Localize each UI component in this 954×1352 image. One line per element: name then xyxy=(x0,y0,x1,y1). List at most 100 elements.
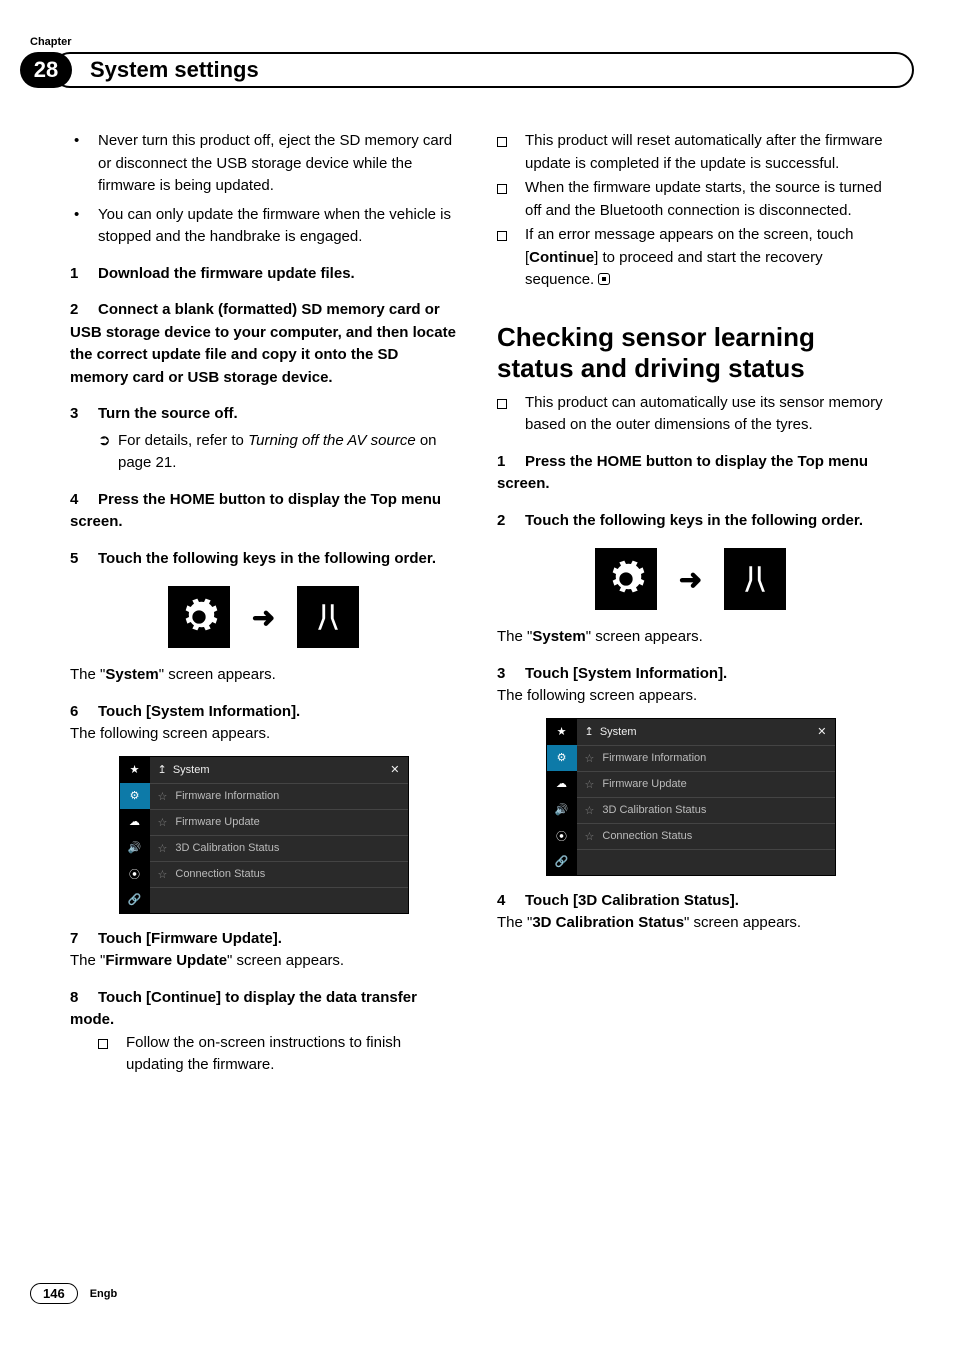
heading-note: This product can automatically use its s… xyxy=(497,392,884,437)
ss-side-icon: ★ xyxy=(120,757,150,783)
ss-close-icon: ✕ xyxy=(390,763,399,776)
step-number: 1 xyxy=(70,263,98,286)
note-item: When the firmware update starts, the sou… xyxy=(497,177,884,222)
r-step-1: 1Press the HOME button to display the To… xyxy=(497,451,884,496)
ss-item: Firmware Update xyxy=(175,816,259,828)
star-icon: ☆ xyxy=(585,778,595,791)
step-5: 5Touch the following keys in the followi… xyxy=(70,548,457,571)
ss-item: Connection Status xyxy=(602,830,692,842)
step-3-substep: ➲ For details, refer to Turning off the … xyxy=(70,430,457,475)
step-text: Press the HOME button to display the Top… xyxy=(70,491,441,531)
step-number: 8 xyxy=(70,987,98,1010)
r-step-3: 3Touch [System Information]. xyxy=(497,663,884,686)
step-6: 6Touch [System Information]. xyxy=(70,701,457,724)
star-icon: ☆ xyxy=(158,842,168,855)
stop-icon xyxy=(598,273,610,285)
ss-side-icon: ⚙ xyxy=(120,783,150,809)
star-icon: ☆ xyxy=(158,868,168,881)
system-screen-text: The "System" screen appears. xyxy=(70,664,457,687)
step-3: 3Turn the source off. xyxy=(70,403,457,426)
left-column: • Never turn this product off, eject the… xyxy=(70,130,457,1262)
ss-item: Connection Status xyxy=(175,868,265,880)
step-7: 7Touch [Firmware Update]. xyxy=(70,928,457,951)
bullet-dot-icon: • xyxy=(70,130,98,198)
bullet-text: Never turn this product off, eject the S… xyxy=(98,130,457,198)
step-text: Press the HOME button to display the Top… xyxy=(497,453,868,493)
note-box-icon xyxy=(497,224,525,292)
step-number: 1 xyxy=(497,451,525,474)
gear-icon xyxy=(595,548,657,610)
step-number: 5 xyxy=(70,548,98,571)
ss-close-icon: ✕ xyxy=(817,725,826,738)
ss-side-icon: 🔊 xyxy=(547,797,577,823)
ss-title: System xyxy=(173,764,210,776)
step-text: Touch the following keys in the followin… xyxy=(525,512,863,529)
note-text: This product can automatically use its s… xyxy=(525,392,884,437)
chapter-number-badge: 28 xyxy=(20,52,72,88)
key-sequence: ➜ xyxy=(497,548,884,610)
chapter-title: System settings xyxy=(52,52,914,88)
note-item: If an error message appears on the scree… xyxy=(497,224,884,292)
ss-side-icon: ⦿ xyxy=(120,861,150,887)
bullet-dot-icon: • xyxy=(70,204,98,249)
star-icon: ☆ xyxy=(585,804,595,817)
step-7-after: The "Firmware Update" screen appears. xyxy=(70,950,457,973)
step-number: 7 xyxy=(70,928,98,951)
step-number: 3 xyxy=(70,403,98,426)
step-text: Download the firmware update files. xyxy=(98,265,355,282)
ss-side-icon: 🔗 xyxy=(120,887,150,913)
ss-side-icon: ⚙ xyxy=(547,745,577,771)
step-number: 2 xyxy=(497,510,525,533)
step-text: Turn the source off. xyxy=(98,405,238,422)
ss-title: System xyxy=(600,726,637,738)
r-step-3-after: The following screen appears. xyxy=(497,685,884,708)
system-menu-screenshot: ★ ↥ System ✕ ⚙ ☆Firmware Information ☁ ☆… xyxy=(546,718,836,876)
step-2: 2Connect a blank (formatted) SD memory c… xyxy=(70,299,457,389)
ss-item: 3D Calibration Status xyxy=(175,842,279,854)
r-step-2: 2Touch the following keys in the followi… xyxy=(497,510,884,533)
bullet-item: • You can only update the firmware when … xyxy=(70,204,457,249)
note-box-icon xyxy=(497,392,525,437)
star-icon: ☆ xyxy=(585,752,595,765)
step-text: Touch [Continue] to display the data tra… xyxy=(70,989,417,1029)
substep-text: For details, refer to Turning off the AV… xyxy=(118,430,457,475)
r-step-4-after: The "3D Calibration Status" screen appea… xyxy=(497,912,884,935)
ss-side-icon: ☁ xyxy=(120,809,150,835)
step-text: Touch [3D Calibration Status]. xyxy=(525,892,739,909)
ss-side-icon: 🔗 xyxy=(547,849,577,875)
wrench-icon xyxy=(724,548,786,610)
language-code: Engb xyxy=(90,1288,118,1300)
ss-side-icon: 🔊 xyxy=(120,835,150,861)
chapter-header: 28 System settings xyxy=(20,52,914,88)
step-number: 6 xyxy=(70,701,98,724)
r-step-4: 4Touch [3D Calibration Status]. xyxy=(497,890,884,913)
step-text: Touch [Firmware Update]. xyxy=(98,930,282,947)
star-icon: ☆ xyxy=(585,830,595,843)
ss-back-icon: ↥ xyxy=(158,764,167,776)
note-text: This product will reset automatically af… xyxy=(525,130,884,175)
step-1: 1Download the firmware update files. xyxy=(70,263,457,286)
arrow-right-icon: ➜ xyxy=(252,601,275,634)
reference-arrow-icon: ➲ xyxy=(98,430,118,475)
star-icon: ☆ xyxy=(158,816,168,829)
step-8: 8Touch [Continue] to display the data tr… xyxy=(70,987,457,1032)
ss-side-icon: ⦿ xyxy=(547,823,577,849)
step-4: 4Press the HOME button to display the To… xyxy=(70,489,457,534)
ss-item: Firmware Update xyxy=(602,778,686,790)
note-text: Follow the on-screen instructions to fin… xyxy=(126,1032,457,1077)
page-footer: 146 Engb xyxy=(30,1283,117,1304)
system-menu-screenshot: ★ ↥ System ✕ ⚙ ☆ Firmware Information ☁ ☆… xyxy=(119,756,409,914)
step-8-note: Follow the on-screen instructions to fin… xyxy=(70,1032,457,1077)
wrench-icon xyxy=(297,586,359,648)
step-number: 4 xyxy=(497,890,525,913)
arrow-right-icon: ➜ xyxy=(679,563,702,596)
step-number: 3 xyxy=(497,663,525,686)
step-text: Touch [System Information]. xyxy=(98,703,300,720)
section-heading: Checking sensor learning status and driv… xyxy=(497,322,884,384)
bullet-text: You can only update the firmware when th… xyxy=(98,204,457,249)
step-number: 2 xyxy=(70,299,98,322)
step-text: Touch the following keys in the followin… xyxy=(98,550,436,567)
ss-item: Firmware Information xyxy=(175,790,279,802)
chapter-label: Chapter xyxy=(30,36,72,48)
note-box-icon xyxy=(98,1032,126,1077)
